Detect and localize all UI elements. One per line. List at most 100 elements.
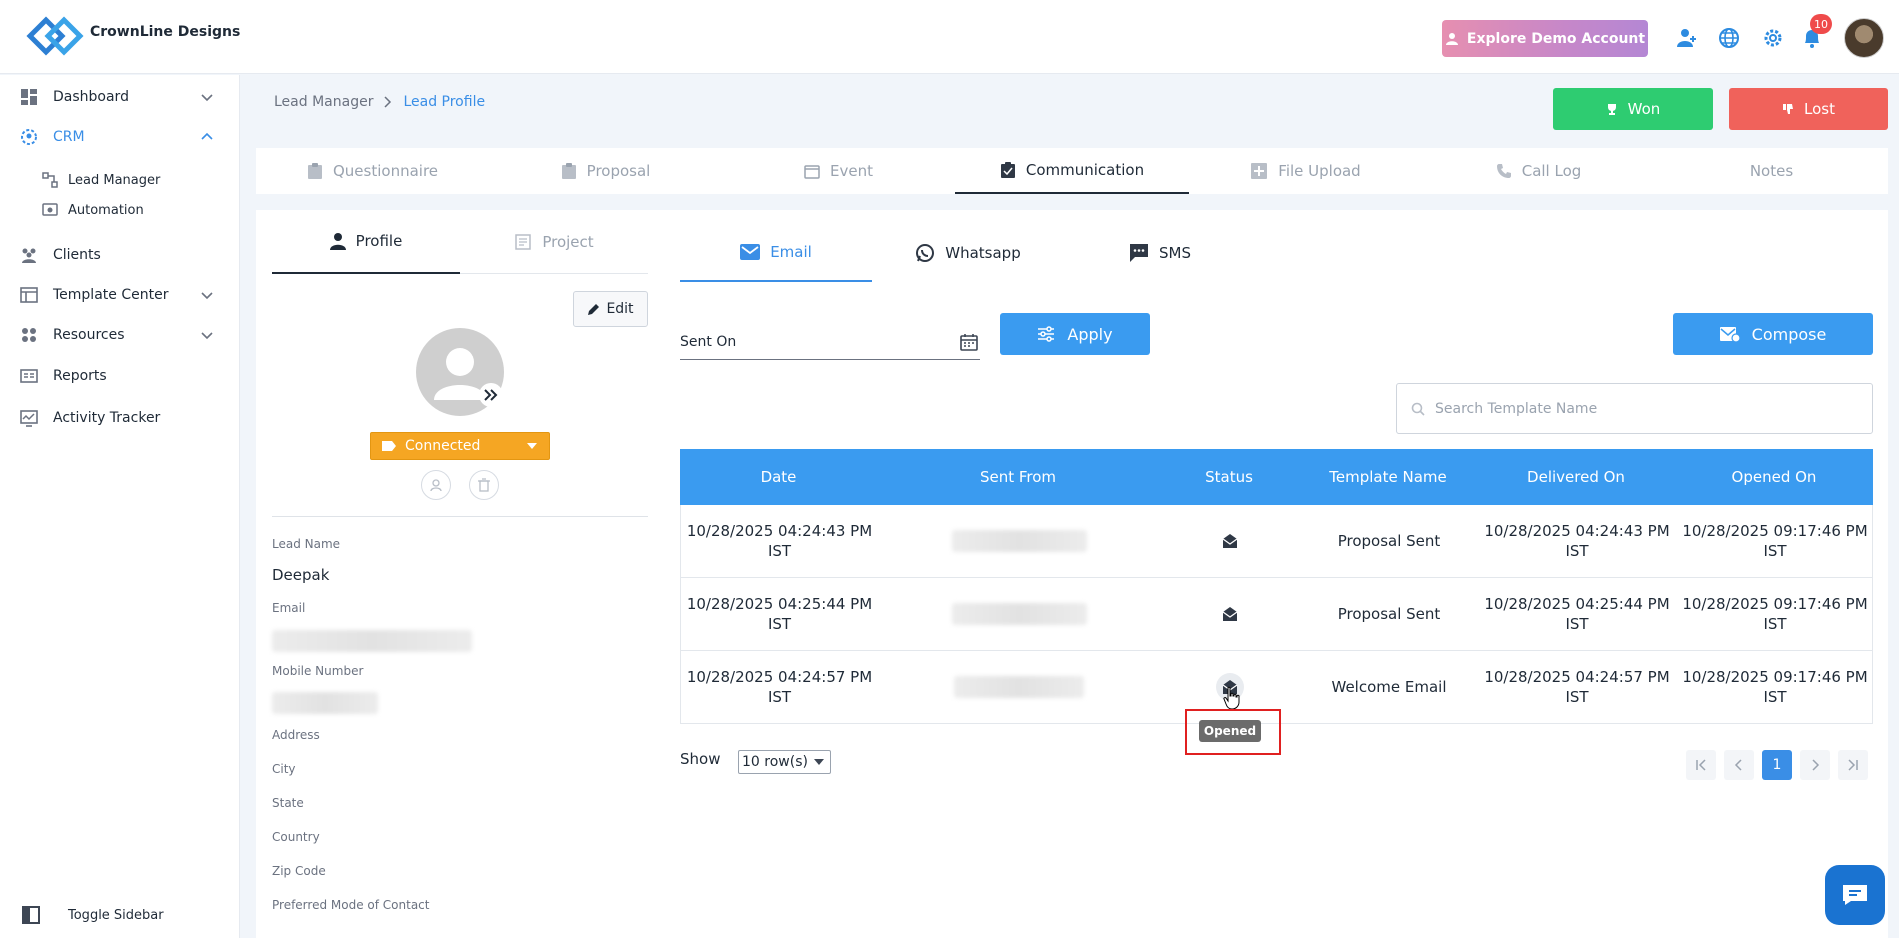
envelope-open-icon[interactable] [1222, 606, 1238, 622]
won-button[interactable]: Won [1553, 88, 1713, 130]
tab-whatsapp[interactable]: Whatsapp [872, 224, 1064, 282]
cell-template-name: Proposal Sent [1337, 605, 1441, 623]
lost-label: Lost [1804, 100, 1835, 118]
sent-on-label: Sent On [680, 333, 737, 350]
tab-proposal[interactable]: Proposal [489, 148, 722, 194]
col-sent-from[interactable]: Sent From [877, 449, 1159, 505]
compose-label: Compose [1751, 324, 1827, 344]
gear-icon[interactable] [1761, 26, 1785, 50]
caret-down-icon [527, 443, 537, 449]
sidebar-item-dashboard[interactable]: Dashboard [0, 80, 240, 114]
envelope-open-icon[interactable] [1222, 533, 1238, 549]
cell-opened-on: 10/28/2025 09:17:46 PM IST [1682, 522, 1868, 560]
sidebar-item-label: Automation [68, 202, 144, 218]
sent-from-redacted [951, 530, 1087, 552]
sidebar-item-resources[interactable]: Resources [0, 318, 240, 352]
edit-button[interactable]: Edit [573, 291, 648, 327]
divider [272, 516, 648, 517]
toggle-sidebar-button[interactable]: Toggle Sidebar [0, 898, 240, 932]
lead-status-dropdown[interactable]: Connected [370, 432, 550, 460]
mobile-label: Mobile Number [272, 664, 364, 678]
first-page-button[interactable] [1686, 750, 1716, 780]
notification-badge: 10 [1810, 14, 1832, 34]
toggle-sidebar-label: Toggle Sidebar [68, 907, 164, 923]
sidebar-item-template-center[interactable]: Template Center [0, 278, 240, 312]
automation-icon [42, 203, 58, 216]
email-table: Date Sent From Status Template Name Deli… [680, 449, 1873, 724]
globe-icon[interactable] [1717, 26, 1741, 50]
tab-profile[interactable]: Profile [272, 210, 460, 274]
user-avatar[interactable] [1844, 18, 1884, 58]
next-page-button[interactable] [1800, 750, 1830, 780]
assign-button[interactable] [421, 470, 451, 500]
sidebar-item-crm[interactable]: CRM [0, 120, 240, 154]
chevron-right-icon [384, 96, 392, 108]
sidebar-item-reports[interactable]: Reports [0, 359, 240, 393]
page-1-button[interactable]: 1 [1762, 750, 1792, 780]
table-row[interactable]: 10/28/2025 04:25:44 PM IST Proposal Sent… [680, 578, 1873, 651]
col-status[interactable]: Status [1159, 449, 1299, 505]
tab-questionnaire[interactable]: Questionnaire [256, 148, 489, 194]
explore-demo-button[interactable]: Explore Demo Account [1442, 20, 1648, 57]
pencil-icon [588, 303, 600, 315]
sent-on-date-field[interactable]: Sent On [680, 324, 980, 360]
tab-label: Questionnaire [332, 162, 439, 180]
tab-label: Call Log [1521, 162, 1582, 180]
tab-sms[interactable]: SMS [1064, 224, 1256, 282]
tab-file-upload[interactable]: File Upload [1189, 148, 1422, 194]
sidebar-item-label: Lead Manager [68, 172, 161, 188]
plus-box-icon [1251, 163, 1268, 179]
sent-from-redacted [954, 676, 1084, 698]
hand-cursor-icon [1223, 686, 1240, 710]
chat-button[interactable] [1825, 865, 1885, 925]
chevron-up-icon [201, 132, 213, 140]
table-row[interactable]: 10/28/2025 04:24:43 PM IST Proposal Sent… [680, 505, 1873, 578]
delete-button[interactable] [469, 470, 499, 500]
col-date[interactable]: Date [680, 449, 877, 505]
expand-avatar-icon[interactable] [479, 383, 503, 407]
apply-button[interactable]: Apply [1000, 313, 1150, 355]
sidebar-item-label: Resources [53, 327, 125, 343]
lost-button[interactable]: Lost [1729, 88, 1888, 130]
brand-logo-icon[interactable] [22, 12, 88, 60]
tab-notes[interactable]: Notes [1655, 148, 1888, 194]
sidebar-item-lead-manager[interactable]: Lead Manager [0, 168, 240, 192]
user-tag-icon [430, 479, 442, 492]
compose-button[interactable]: Compose [1673, 313, 1873, 355]
sidebar-item-clients[interactable]: Clients [0, 238, 240, 272]
cell-sent-from [878, 578, 1160, 650]
dashboard-icon [21, 89, 37, 105]
city-label: City [272, 762, 296, 776]
tab-label: Event [830, 162, 873, 180]
breadcrumb-parent[interactable]: Lead Manager [274, 94, 373, 110]
tab-project[interactable]: Project [460, 210, 648, 274]
trophy-icon [1607, 104, 1616, 115]
search-template-input[interactable]: Search Template Name [1396, 383, 1873, 434]
cell-delivered-on: 10/28/2025 04:24:43 PM IST [1484, 522, 1670, 560]
clipboard-icon [307, 163, 322, 179]
cell-template-name: Welcome Email [1331, 678, 1447, 696]
lead-manager-icon [42, 172, 58, 188]
thumbs-down-icon [1783, 104, 1794, 114]
sidebar-item-automation[interactable]: Automation [0, 198, 240, 222]
col-template-name[interactable]: Template Name [1299, 449, 1477, 505]
calendar-icon[interactable] [960, 333, 978, 351]
communication-panel: Email Whatsapp SMS Sent On Apply Compose… [664, 210, 1888, 938]
prev-page-button[interactable] [1724, 750, 1754, 780]
tab-email[interactable]: Email [680, 224, 872, 282]
sent-from-redacted [951, 603, 1087, 625]
sidebar-item-activity-tracker[interactable]: Activity Tracker [0, 401, 240, 435]
add-user-icon[interactable] [1675, 26, 1699, 50]
tab-event[interactable]: Event [722, 148, 955, 194]
tab-communication[interactable]: Communication [955, 148, 1189, 194]
rows-per-page-select[interactable]: 10 row(s) [738, 750, 831, 774]
tab-call-log[interactable]: Call Log [1422, 148, 1655, 194]
clipboard-icon [561, 163, 576, 179]
search-placeholder: Search Template Name [1435, 400, 1598, 417]
col-opened-on[interactable]: Opened On [1675, 449, 1873, 505]
cell-template-name: Proposal Sent [1337, 532, 1441, 550]
brand-name: CrownLine Designs [90, 24, 241, 40]
col-delivered-on[interactable]: Delivered On [1477, 449, 1675, 505]
sidebar: Dashboard CRM Lead Manager Automation Cl… [0, 75, 240, 938]
last-page-button[interactable] [1838, 750, 1868, 780]
